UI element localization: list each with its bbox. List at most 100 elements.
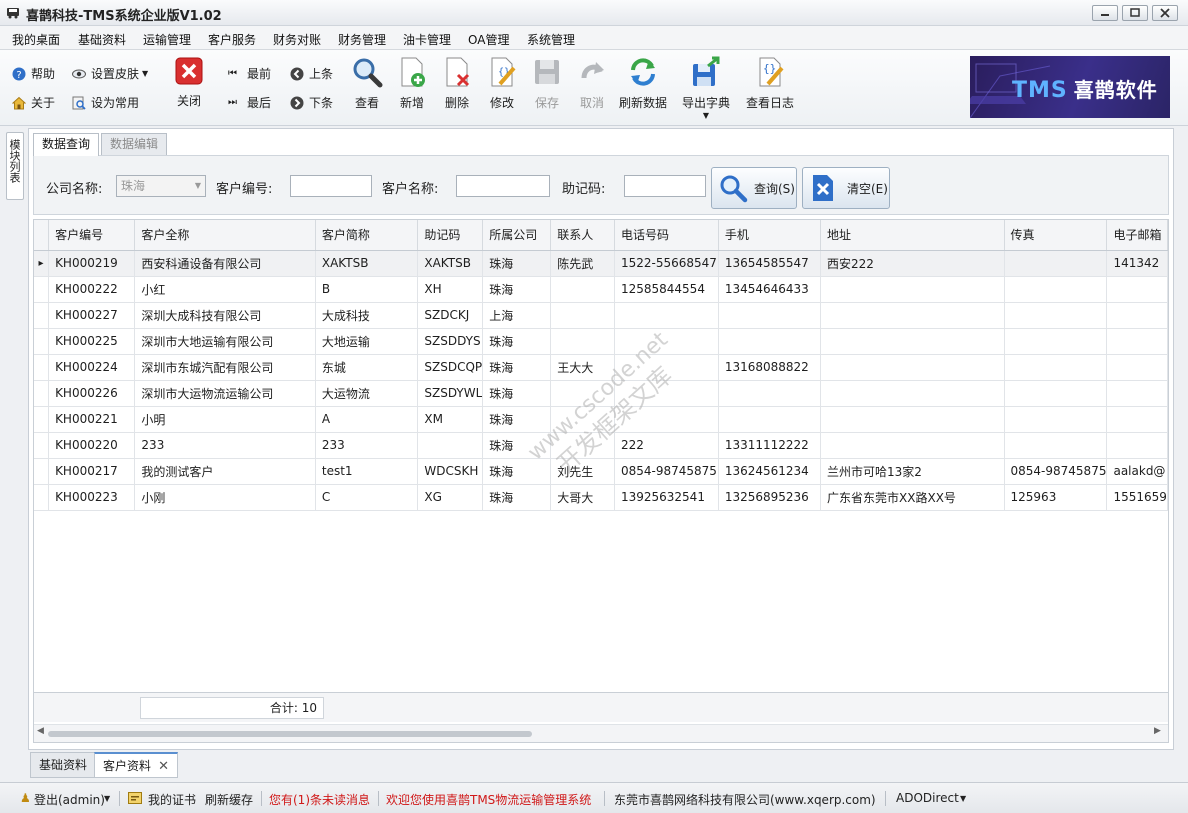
table-cell[interactable] xyxy=(614,328,719,355)
refresh-cache-link[interactable]: 刷新缓存 xyxy=(205,791,253,808)
close-button[interactable]: 关闭 xyxy=(163,56,215,112)
table-cell[interactable]: XH xyxy=(417,276,484,303)
table-cell[interactable]: 13454646433 xyxy=(718,276,822,303)
table-cell[interactable]: SZDCKJ xyxy=(417,302,484,329)
table-cell[interactable]: 13168088822 xyxy=(718,354,822,381)
table-cell[interactable]: 0854-98745875 xyxy=(614,458,719,485)
table-cell[interactable]: 珠海 xyxy=(482,458,552,485)
table-cell[interactable] xyxy=(1004,302,1108,329)
table-cell[interactable] xyxy=(550,380,615,407)
column-header[interactable]: 地址 xyxy=(820,220,1005,251)
next-record-button[interactable]: 下条 xyxy=(290,94,333,112)
table-row[interactable]: KH000220 233 233 珠海 222 13311112222 xyxy=(34,432,1168,459)
table-cell[interactable]: KH000223 xyxy=(48,484,136,511)
table-cell[interactable]: 小刚 xyxy=(134,484,316,511)
column-header[interactable]: 客户编号 xyxy=(48,220,136,251)
table-row[interactable]: ▸ KH000219 西安科通设备有限公司 XAKTSB XAKTSB 珠海 陈先武 1522… xyxy=(34,250,1168,277)
table-cell[interactable]: 珠海 xyxy=(482,328,552,355)
table-cell[interactable]: KH000224 xyxy=(48,354,136,381)
table-cell[interactable]: 大运物流 xyxy=(315,380,419,407)
prev-record-button[interactable]: 上条 xyxy=(290,65,333,83)
table-cell[interactable]: 西安科通设备有限公司 xyxy=(134,250,316,277)
help-button[interactable]: ? 帮助 xyxy=(12,65,55,83)
table-cell[interactable] xyxy=(820,276,1005,303)
table-cell[interactable]: KH000222 xyxy=(48,276,136,303)
about-button[interactable]: 关于 xyxy=(12,94,55,112)
table-cell[interactable]: 广东省东莞市XX路XX号 xyxy=(820,484,1005,511)
doc-tab-customer-data[interactable]: 客户资料 ✕ xyxy=(94,752,179,778)
table-cell[interactable]: 我的测试客户 xyxy=(134,458,316,485)
table-cell[interactable] xyxy=(820,302,1005,329)
cancel-button[interactable]: 取消 xyxy=(566,56,618,112)
menu-desktop[interactable]: 我的桌面 xyxy=(12,31,60,48)
table-cell[interactable]: C xyxy=(315,484,419,511)
table-cell[interactable] xyxy=(550,302,615,329)
unread-message-link[interactable]: 您有(1)条未读消息 xyxy=(269,791,370,808)
table-row[interactable]: KH000227 深圳大成科技有限公司 大成科技 SZDCKJ 上海 xyxy=(34,302,1168,329)
table-cell[interactable]: 大成科技 xyxy=(315,302,419,329)
column-header[interactable]: 传真 xyxy=(1004,220,1108,251)
customer-code-input[interactable] xyxy=(290,175,372,197)
table-cell[interactable]: 1551659 xyxy=(1106,484,1168,511)
table-cell[interactable] xyxy=(1004,328,1108,355)
table-cell[interactable] xyxy=(718,302,822,329)
table-row[interactable]: KH000225 深圳市大地运输有限公司 大地运输 SZSDDYS 珠海 xyxy=(34,328,1168,355)
table-cell[interactable]: 陈先武 xyxy=(550,250,615,277)
table-cell[interactable] xyxy=(550,432,615,459)
table-cell[interactable]: 珠海 xyxy=(482,354,552,381)
customer-name-input[interactable] xyxy=(456,175,550,197)
company-select[interactable]: 珠海 ▼ xyxy=(116,175,206,197)
table-row[interactable]: KH000221 小明 A XM 珠海 xyxy=(34,406,1168,433)
table-cell[interactable]: 珠海 xyxy=(482,406,552,433)
table-cell[interactable] xyxy=(550,276,615,303)
table-cell[interactable]: WDCSKH xyxy=(417,458,484,485)
table-cell[interactable]: 深圳市大运物流运输公司 xyxy=(134,380,316,407)
table-cell[interactable] xyxy=(614,354,719,381)
table-cell[interactable]: KH000219 xyxy=(48,250,136,277)
table-cell[interactable]: test1 xyxy=(315,458,419,485)
table-cell[interactable]: 233 xyxy=(315,432,419,459)
table-cell[interactable] xyxy=(1106,302,1168,329)
table-cell[interactable]: 上海 xyxy=(482,302,552,329)
table-cell[interactable]: 233 xyxy=(134,432,316,459)
table-cell[interactable] xyxy=(1106,328,1168,355)
table-cell[interactable] xyxy=(550,328,615,355)
table-cell[interactable] xyxy=(1004,380,1108,407)
table-cell[interactable]: 13654585547 xyxy=(718,250,822,277)
table-cell[interactable] xyxy=(614,302,719,329)
column-header[interactable]: 电子邮箱 xyxy=(1106,220,1168,251)
table-cell[interactable] xyxy=(1106,276,1168,303)
horizontal-scrollbar[interactable]: ◀ ▶ xyxy=(34,724,1168,742)
menu-oa[interactable]: OA管理 xyxy=(468,31,509,48)
table-cell[interactable]: 12585844554 xyxy=(614,276,719,303)
table-cell[interactable]: SZSDDYS xyxy=(417,328,484,355)
table-cell[interactable] xyxy=(417,432,484,459)
menu-system[interactable]: 系统管理 xyxy=(527,31,575,48)
table-row[interactable]: KH000226 深圳市大运物流运输公司 大运物流 SZSDYWL 珠海 xyxy=(34,380,1168,407)
first-record-button[interactable]: ⏮ 最前 xyxy=(228,65,271,83)
table-cell[interactable]: 小红 xyxy=(134,276,316,303)
last-record-button[interactable]: ⏭ 最后 xyxy=(228,94,271,112)
logout-dropdown-icon[interactable]: ▼ xyxy=(104,794,110,803)
table-cell[interactable]: 东城 xyxy=(315,354,419,381)
table-cell[interactable]: 125963 xyxy=(1004,484,1108,511)
my-certificate-link[interactable]: 我的证书 xyxy=(148,791,196,808)
column-header[interactable]: 电话号码 xyxy=(614,220,719,251)
table-cell[interactable]: SZSDCQP xyxy=(417,354,484,381)
table-cell[interactable]: 13624561234 xyxy=(718,458,822,485)
table-cell[interactable] xyxy=(1004,432,1108,459)
table-row[interactable]: KH000217 我的测试客户 test1 WDCSKH 珠海 刘先生 0854-98745… xyxy=(34,458,1168,485)
table-cell[interactable] xyxy=(1004,406,1108,433)
set-common-button[interactable]: 设为常用 xyxy=(72,94,139,112)
table-cell[interactable]: XAKTSB xyxy=(315,250,419,277)
mnemonic-input[interactable] xyxy=(624,175,706,197)
module-list-tab[interactable]: 模块列表 xyxy=(6,132,24,200)
table-cell[interactable] xyxy=(1106,406,1168,433)
table-cell[interactable] xyxy=(820,328,1005,355)
table-cell[interactable]: 西安222 xyxy=(820,250,1005,277)
column-header[interactable]: 手机 xyxy=(718,220,822,251)
column-header[interactable]: 助记码 xyxy=(417,220,484,251)
table-cell[interactable]: A xyxy=(315,406,419,433)
table-cell[interactable]: SZSDYWL xyxy=(417,380,484,407)
table-cell[interactable]: KH000217 xyxy=(48,458,136,485)
